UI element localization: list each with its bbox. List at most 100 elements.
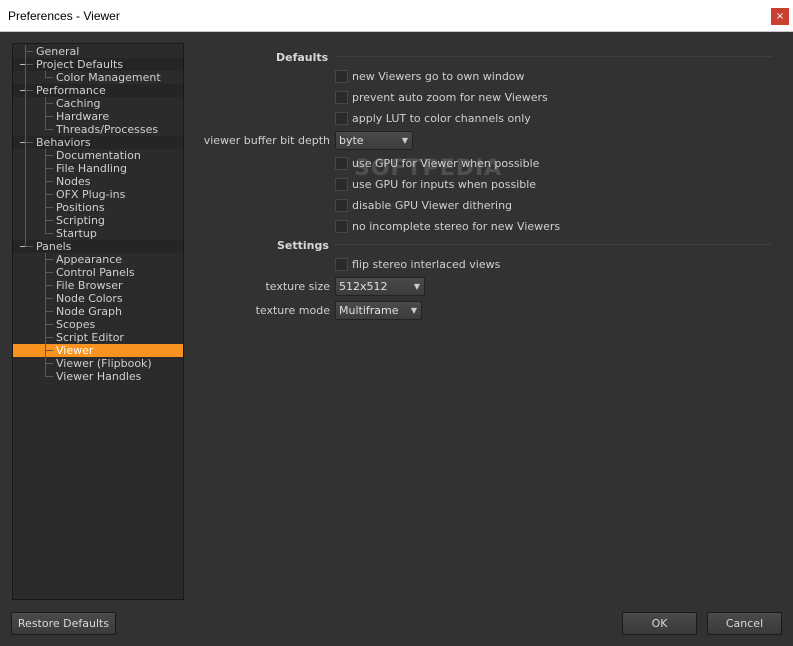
- tree-item-caching[interactable]: Caching: [13, 97, 183, 110]
- tree-item-viewer-handles[interactable]: Viewer Handles: [13, 370, 183, 383]
- texture-size-dropdown[interactable]: 512x512 ▼: [335, 277, 425, 296]
- title-bar: Preferences - Viewer ×: [0, 0, 793, 32]
- no-incomplete-stereo-checkbox[interactable]: [335, 220, 348, 233]
- tree-connector-line: [45, 298, 53, 299]
- tree-connector-line: [25, 64, 33, 65]
- flip-stereo-checkbox[interactable]: [335, 258, 348, 271]
- tree-connector-line: [45, 97, 46, 130]
- tree-connector-line: [25, 142, 33, 143]
- tree-connector-line: [45, 272, 53, 273]
- prevent-auto-zoom-label: prevent auto zoom for new Viewers: [352, 91, 548, 104]
- close-icon: ×: [775, 11, 785, 22]
- texture-size-value: 512x512: [339, 280, 388, 293]
- gpu-inputs-checkbox[interactable]: [335, 178, 348, 191]
- tree-connector-line: [45, 129, 53, 130]
- tree-item-label: Node Colors: [56, 292, 123, 305]
- tree-connector-line: [45, 194, 53, 195]
- tree-item-hardware[interactable]: Hardware: [13, 110, 183, 123]
- tree-item-label: File Handling: [56, 162, 127, 175]
- tree-item-project-defaults[interactable]: − Project Defaults: [13, 58, 183, 71]
- prevent-auto-zoom-checkbox[interactable]: [335, 91, 348, 104]
- tree-item-general[interactable]: General: [13, 45, 183, 58]
- window-title: Preferences - Viewer: [8, 9, 120, 23]
- chevron-down-icon: ▼: [401, 136, 408, 145]
- tree-item-file-browser[interactable]: File Browser: [13, 279, 183, 292]
- tree-connector-line: [45, 285, 53, 286]
- new-viewers-own-window-label: new Viewers go to own window: [352, 70, 525, 83]
- tree-item-node-colors[interactable]: Node Colors: [13, 292, 183, 305]
- restore-defaults-button[interactable]: Restore Defaults: [11, 612, 116, 635]
- tree-item-label: Color Management: [56, 71, 161, 84]
- flip-stereo-label: flip stereo interlaced views: [352, 258, 501, 271]
- tree-connector-line: [45, 363, 53, 364]
- tree-item-scripting[interactable]: Scripting: [13, 214, 183, 227]
- tree-item-label: OFX Plug-ins: [56, 188, 126, 201]
- tree-item-label: File Browser: [56, 279, 123, 292]
- preferences-tree[interactable]: General − Project Defaults Color Management…: [12, 43, 184, 600]
- ok-button[interactable]: OK: [622, 612, 697, 635]
- disable-dithering-checkbox[interactable]: [335, 199, 348, 212]
- cancel-button[interactable]: Cancel: [707, 612, 782, 635]
- tree-item-script-editor[interactable]: Script Editor: [13, 331, 183, 344]
- tree-connector-line: [45, 324, 53, 325]
- tree-item-label: General: [36, 45, 80, 58]
- no-incomplete-stereo-label: no incomplete stereo for new Viewers: [352, 220, 561, 233]
- tree-item-performance[interactable]: − Performance: [13, 84, 183, 97]
- tree-connector-line: [45, 259, 53, 260]
- tree-item-label: Positions: [56, 201, 105, 214]
- bit-depth-value: byte: [339, 134, 364, 147]
- new-viewers-own-window-checkbox[interactable]: [335, 70, 348, 83]
- tree-item-label: Viewer: [56, 344, 94, 357]
- tree-item-label: Scopes: [56, 318, 96, 331]
- tree-connector-line: [25, 90, 33, 91]
- tree-item-control-panels[interactable]: Control Panels: [13, 266, 183, 279]
- tree-connector-line: [45, 77, 53, 78]
- tree-item-label: Viewer (Flipbook): [56, 357, 152, 370]
- tree-item-panels[interactable]: − Panels: [13, 240, 183, 253]
- texture-size-label: texture size: [265, 280, 330, 293]
- texture-mode-label: texture mode: [255, 304, 330, 317]
- tree-connector-line: [45, 155, 53, 156]
- tree-item-threads-processes[interactable]: Threads/Processes: [13, 123, 183, 136]
- tree-item-label: Nodes: [56, 175, 91, 188]
- settings-divider: [334, 244, 772, 245]
- tree-item-label: Scripting: [56, 214, 105, 227]
- tree-item-label: Performance: [36, 84, 106, 97]
- tree-item-label: Hardware: [56, 110, 110, 123]
- tree-item-file-handling[interactable]: File Handling: [13, 162, 183, 175]
- tree-item-label: Control Panels: [56, 266, 135, 279]
- texture-mode-dropdown[interactable]: Multiframe ▼: [335, 301, 422, 320]
- close-button[interactable]: ×: [771, 8, 789, 25]
- settings-heading: Settings: [277, 239, 329, 252]
- tree-item-viewer[interactable]: Viewer: [13, 344, 183, 357]
- bit-depth-label: viewer buffer bit depth: [203, 134, 330, 147]
- tree-item-positions[interactable]: Positions: [13, 201, 183, 214]
- tree-item-scopes[interactable]: Scopes: [13, 318, 183, 331]
- gpu-viewer-checkbox[interactable]: [335, 157, 348, 170]
- tree-connector-line: [25, 45, 26, 247]
- tree-item-behaviors[interactable]: − Behaviors: [13, 136, 183, 149]
- tree-item-node-graph[interactable]: Node Graph: [13, 305, 183, 318]
- tree-item-documentation[interactable]: Documentation: [13, 149, 183, 162]
- tree-connector-line: [25, 246, 33, 247]
- tree-item-color-management[interactable]: Color Management: [13, 71, 183, 84]
- tree-item-nodes[interactable]: Nodes: [13, 175, 183, 188]
- tree-item-appearance[interactable]: Appearance: [13, 253, 183, 266]
- watermark: SOFTPEDIA: [354, 156, 503, 181]
- tree-item-viewer-flipbook[interactable]: Viewer (Flipbook): [13, 357, 183, 370]
- tree-item-label: Node Graph: [56, 305, 122, 318]
- tree-connector-line: [45, 116, 53, 117]
- tree-connector-line: [45, 149, 46, 234]
- bit-depth-dropdown[interactable]: byte ▼: [335, 131, 413, 150]
- tree-connector-line: [45, 181, 53, 182]
- tree-connector-line: [45, 376, 53, 377]
- disable-dithering-label: disable GPU Viewer dithering: [352, 199, 513, 212]
- tree-item-label: Behaviors: [36, 136, 91, 149]
- texture-mode-value: Multiframe: [339, 304, 399, 317]
- tree-connector-line: [45, 71, 46, 78]
- tree-item-label: Caching: [56, 97, 101, 110]
- tree-item-startup[interactable]: Startup: [13, 227, 183, 240]
- tree-item-ofx-plug-ins[interactable]: OFX Plug-ins: [13, 188, 183, 201]
- tree-connector-line: [45, 103, 53, 104]
- apply-lut-color-only-checkbox[interactable]: [335, 112, 348, 125]
